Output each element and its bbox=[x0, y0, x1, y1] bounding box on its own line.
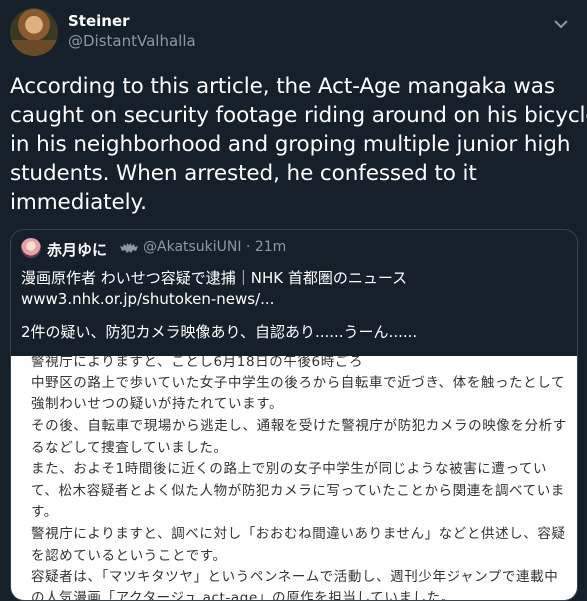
article-line: す。 bbox=[31, 504, 58, 520]
article-line: 強制わいせつの疑いが持たれています。 bbox=[31, 396, 284, 412]
quoted-comment: 2件の疑い、防犯カメラ映像あり、自認あり......うーん...... bbox=[21, 323, 418, 341]
quoted-avatar bbox=[21, 238, 41, 258]
quoted-headline: 漫画原作者 わいせつ容疑で逮捕｜NHK 首都圏のニュース bbox=[21, 269, 408, 287]
display-name[interactable]: Steiner bbox=[68, 12, 130, 30]
quoted-tweet[interactable]: 赤月ゆに @AkatsukiUNI · 21m 漫画原作者 わいせつ容疑で逮捕｜… bbox=[10, 229, 578, 601]
article-line: の人気漫画「アクタージュ act-age」の原作を担当していました。 bbox=[31, 590, 455, 601]
article-line: を認めているということです。 bbox=[31, 548, 227, 564]
chevron-down-icon[interactable] bbox=[551, 14, 571, 34]
article-line: 警視庁によりますと、ことし6月18日の午後6時ごろ bbox=[31, 356, 364, 370]
article-line: 容疑者は、「マツキタツヤ」というペンネームで活動し、週刊少年ジャンプで連載中 bbox=[31, 569, 559, 585]
article-image[interactable]: 警視庁によりますと、ことし6月18日の午後6時ごろ 中野区の路上で歩いていた女子… bbox=[11, 356, 577, 601]
quoted-handle-time: @AkatsukiUNI · 21m bbox=[143, 239, 287, 255]
article-line: その後、自転車で現場から逃走し、通報を受けた警視庁が防犯カメラの映像を分析す bbox=[31, 418, 567, 434]
article-line: るなどして捜査していました。 bbox=[31, 440, 228, 456]
article-line: また、およそ1時間後に近くの路上で別の女子中学生が同じような被害に遭ってい bbox=[31, 461, 548, 477]
tweet-header: Steiner @DistantValhalla bbox=[10, 8, 577, 58]
article-line: 警視庁によりますと、調べに対し「おおむね間違いありません」などと供述し、容疑 bbox=[31, 526, 566, 542]
avatar[interactable] bbox=[10, 8, 58, 56]
article-line: て、松木容疑者とよく似た人物が防犯カメラに写っていたことから関連を調べていま bbox=[31, 483, 565, 499]
tweet-text-line: caught on security footage riding around… bbox=[10, 103, 587, 128]
bat-icon bbox=[120, 243, 138, 253]
tweet-text-line: According to this article, the Act-Age m… bbox=[10, 74, 555, 99]
quoted-url[interactable]: www3.nhk.or.jp/shutoken-news/... bbox=[21, 290, 274, 308]
tweet-text: According to this article, the Act-Age m… bbox=[10, 72, 587, 217]
quoted-display-name: 赤月ゆに bbox=[47, 241, 108, 259]
user-handle[interactable]: @DistantValhalla bbox=[68, 32, 196, 50]
tweet-text-line: immediately. bbox=[10, 190, 147, 215]
tweet-text-line: in his neighborhood and groping multiple… bbox=[10, 132, 571, 157]
article-line: 中野区の路上で歩いていた女子中学生の後ろから自転車で近づき、体を触ったとして bbox=[31, 375, 566, 391]
tweet-text-line: students. When arrested, he confessed to… bbox=[10, 161, 477, 186]
